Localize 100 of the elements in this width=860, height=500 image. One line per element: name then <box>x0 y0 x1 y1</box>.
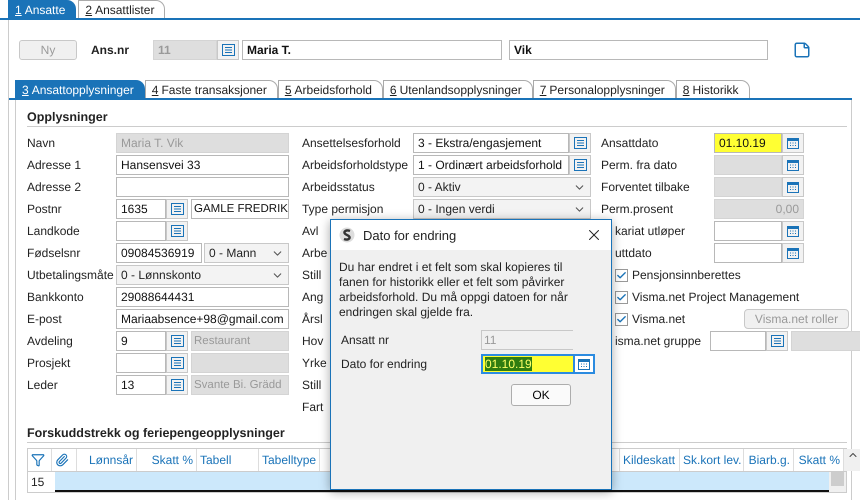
lookup-field[interactable] <box>116 221 166 241</box>
tab[interactable]: 3 Ansattopplysninger <box>15 80 145 98</box>
field-label: Ansatt nr <box>341 333 390 347</box>
dropdown[interactable]: 0 - Lønnskonto <box>116 265 289 285</box>
field-label: Perm.prosent <box>601 202 674 216</box>
tab[interactable]: 7 Personalopplysninger <box>532 80 676 98</box>
checkbox[interactable] <box>615 290 628 304</box>
dropdown[interactable]: 0 - Mann <box>204 243 289 263</box>
column-header[interactable]: Tabelltype <box>259 449 320 471</box>
field-label: Perm. fra dato <box>601 158 678 172</box>
text-field[interactable]: 29088644431 <box>116 287 289 307</box>
list-icon <box>170 225 184 237</box>
text-field[interactable] <box>116 177 289 197</box>
scrollbar-thumb[interactable] <box>831 472 844 486</box>
calendar-button[interactable] <box>782 133 804 153</box>
first-name-field[interactable]: Maria T. <box>242 40 502 60</box>
field-label: Arbeidsforholdstype <box>302 158 410 172</box>
list-icon <box>170 335 184 347</box>
field-label: Avl <box>302 224 318 238</box>
lookup-field[interactable]: 1635 <box>116 199 166 219</box>
field-label: Prosjekt <box>27 356 72 370</box>
name-field[interactable] <box>791 331 860 351</box>
tab[interactable]: 6 Utenlandsopplysninger <box>382 80 533 98</box>
checkbox-label: Visma.net <box>632 312 686 326</box>
field-label: Navn <box>27 136 56 150</box>
last-name-field[interactable]: Vik <box>509 40 768 60</box>
checkbox-label: Pensjonsinnberettes <box>632 268 741 282</box>
lookup-field[interactable]: 3 - Ekstra/engasjement <box>413 133 569 153</box>
dropdown[interactable]: 0 - Aktiv <box>413 177 591 197</box>
field-label: Postnr <box>27 202 63 216</box>
column-header[interactable]: Tabell <box>197 449 259 471</box>
text-field[interactable]: Mariaabsence+98@gmail.com <box>116 309 289 329</box>
text-field[interactable]: Hansensvei 33 <box>116 155 289 175</box>
field-label: Forventet tilbake <box>601 180 691 194</box>
field-label: Still <box>302 268 322 282</box>
paperclip-icon[interactable] <box>55 453 69 467</box>
dialog-title: Dato for endring <box>363 228 458 242</box>
date-field[interactable] <box>714 221 782 241</box>
field-label: Fødselsnr <box>27 246 82 260</box>
calendar-button[interactable] <box>782 155 804 175</box>
lookup-button[interactable] <box>166 353 188 373</box>
dropdown[interactable]: 0 - Ingen verdi <box>413 199 591 219</box>
field-label: Landkode <box>27 224 81 238</box>
field-label: Yrke <box>302 356 327 370</box>
field-label: Ang <box>302 290 324 304</box>
date-field[interactable]: 01.10.19 <box>714 133 782 153</box>
column-header[interactable]: Lønnsår <box>77 449 137 471</box>
date-field[interactable] <box>714 243 782 263</box>
tab[interactable]: 4 Faste transaksjoner <box>144 80 278 98</box>
lookup-button[interactable] <box>166 199 188 219</box>
calendar-button[interactable] <box>573 354 595 374</box>
tab[interactable]: 1 Ansatte <box>8 0 76 18</box>
lookup-field[interactable]: 9 <box>116 331 166 351</box>
text-field[interactable]: 09084536919 <box>116 243 202 263</box>
column-header[interactable]: Kildeskatt <box>620 449 680 471</box>
checkbox[interactable] <box>615 312 628 326</box>
list-icon <box>170 357 184 369</box>
lookup-field[interactable]: 1 - Ordinært arbeidsforhold <box>413 155 569 175</box>
column-header[interactable]: Skatt % <box>137 449 197 471</box>
field-label: uttdato <box>614 246 653 260</box>
lookup-button[interactable] <box>569 133 591 153</box>
calendar-button[interactable] <box>782 243 804 263</box>
list-icon <box>574 137 586 149</box>
field-label: Type permisjon <box>302 202 384 216</box>
column-header[interactable]: Biarb.g. <box>744 449 794 471</box>
filter-icon[interactable] <box>31 453 45 467</box>
name-field[interactable]: GAMLE FREDRIK <box>191 199 289 219</box>
lookup-field[interactable] <box>710 331 766 351</box>
list-icon <box>222 44 234 56</box>
dialog-message: Du har endret i et felt som skal kopieres til fanen for historikk eller et felt som påvirker arbeidsforhold. Du må oppgi datoen for når endringen skal gjelde fra. <box>339 260 569 320</box>
field-label: Still <box>302 378 322 392</box>
list-icon <box>574 159 586 171</box>
note-icon[interactable] <box>793 41 811 59</box>
date-field[interactable]: 01.10.19 <box>481 354 573 374</box>
tab[interactable]: 5 Arbeidsforhold <box>278 80 383 98</box>
ok-button[interactable]: OK <box>511 384 571 406</box>
checkbox[interactable] <box>615 268 628 282</box>
row-number: 15 <box>30 474 46 491</box>
list-icon <box>770 335 784 347</box>
field-label: Arbe <box>302 246 328 260</box>
column-header[interactable]: Sk.kort lev. <box>680 449 744 471</box>
lookup-button[interactable] <box>569 155 591 175</box>
lookup-button[interactable] <box>217 40 239 60</box>
tab[interactable]: 8 Historikk <box>676 80 750 98</box>
lookup-button[interactable] <box>166 331 188 351</box>
field-label: Utbetalingsmåte <box>27 268 113 282</box>
field-label: Bankkonto <box>27 290 85 304</box>
lookup-button[interactable] <box>766 331 788 351</box>
tab[interactable]: 2 Ansattlister <box>78 0 166 18</box>
lookup-button[interactable] <box>166 375 188 395</box>
field-label: Leder <box>27 378 59 392</box>
calendar-button[interactable] <box>782 221 804 241</box>
lookup-field[interactable] <box>116 353 166 373</box>
calendar-button[interactable] <box>782 177 804 197</box>
field-label: Avdeling <box>27 334 74 348</box>
lookup-button[interactable] <box>166 221 188 241</box>
field-label: Adresse 1 <box>27 158 82 172</box>
logo-icon <box>339 227 355 243</box>
lookup-field[interactable]: 13 <box>116 375 166 395</box>
checkbox-label: Visma.net Project Management <box>632 290 800 304</box>
